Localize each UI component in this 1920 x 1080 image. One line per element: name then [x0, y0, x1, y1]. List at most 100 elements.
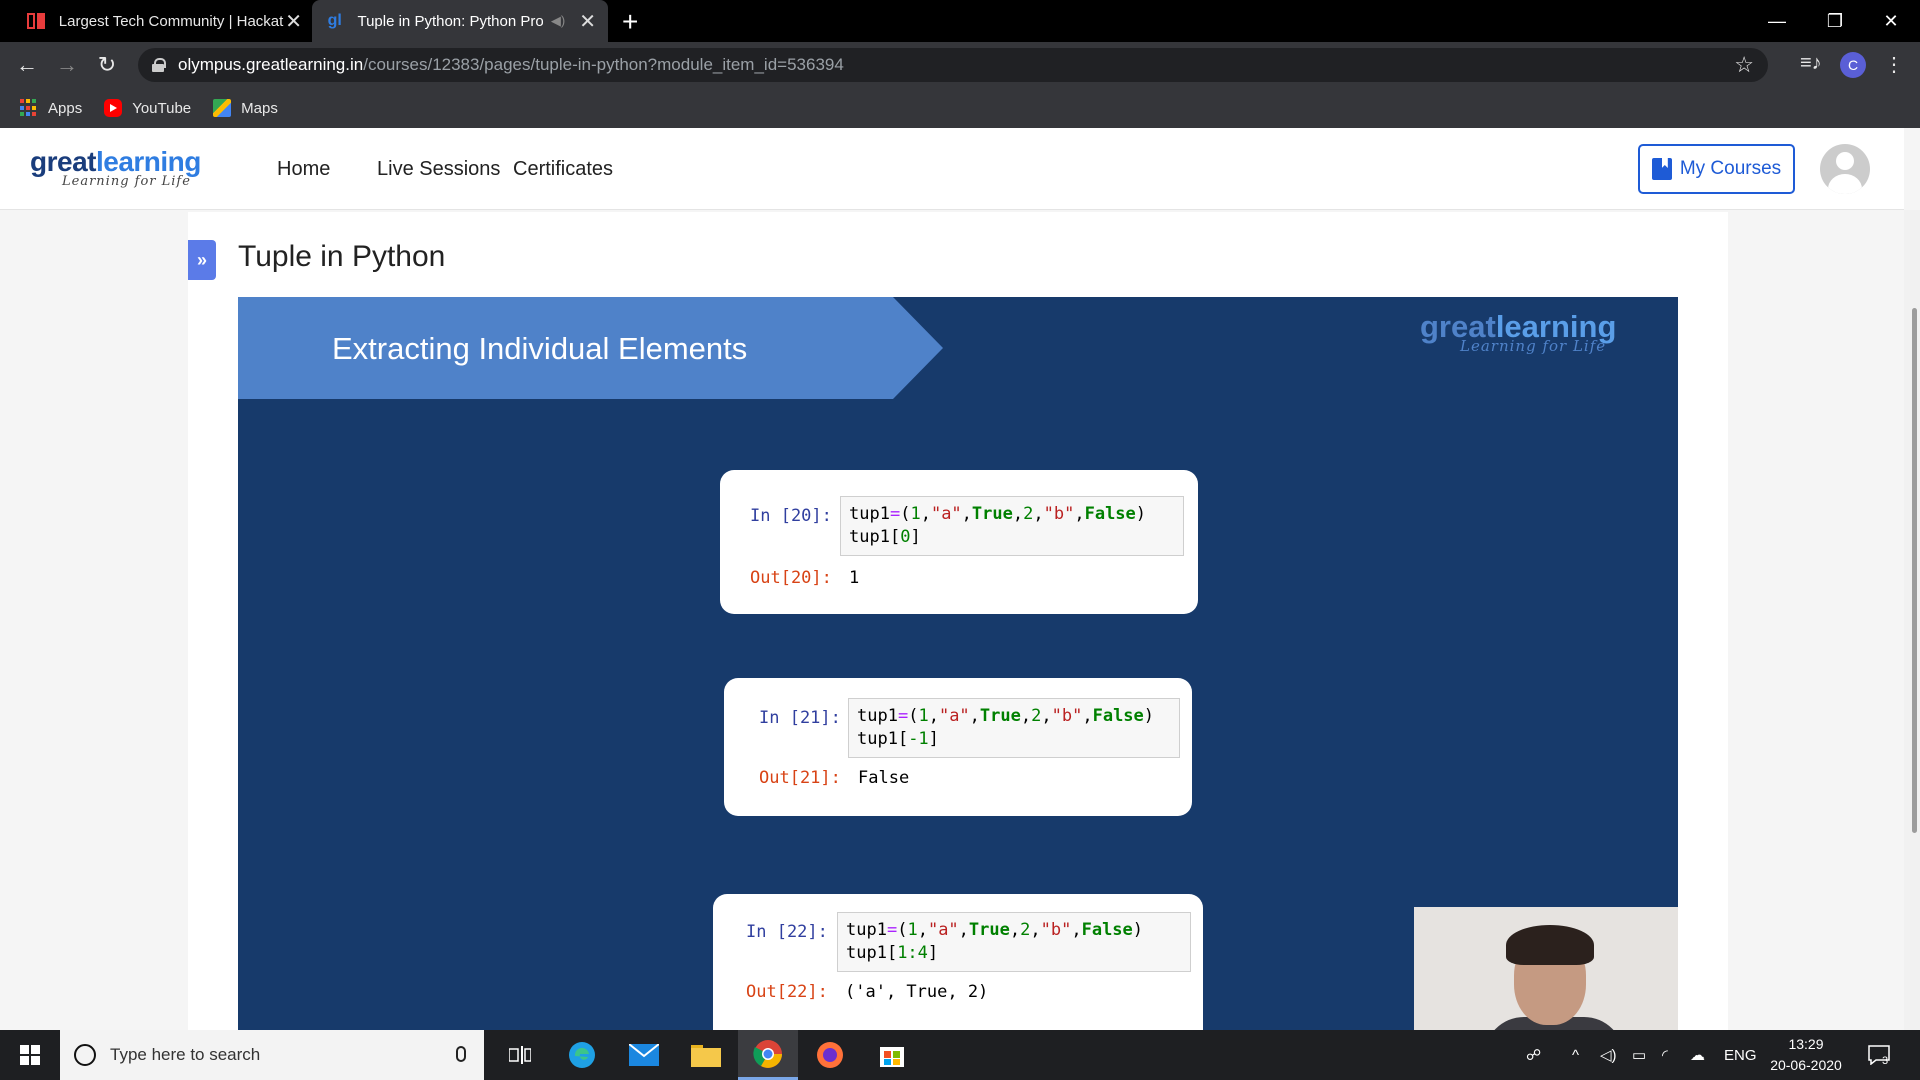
language-indicator[interactable]: ENG [1724, 1030, 1757, 1080]
back-icon[interactable]: ← [12, 50, 42, 80]
notebook-cell: In [21]: tup1=(1,"a",True,2,"b",False) t… [724, 678, 1192, 816]
logo-word: great [30, 146, 96, 177]
logo-word: learning [95, 146, 201, 177]
volume-icon[interactable]: ◁) [1600, 1030, 1617, 1080]
system-clock[interactable]: 13:29 20-06-2020 [1766, 1034, 1846, 1076]
tab-title: Tuple in Python: Python Prog [357, 12, 543, 30]
slide-title: Extracting Individual Elements [332, 331, 748, 366]
maps-icon [213, 99, 232, 117]
browser-tab-bar: Largest Tech Community | Hackat ✕ gl Tup… [0, 0, 1920, 42]
notebook-cell: In [20]: tup1=(1,"a",True,2,"b",False) t… [720, 470, 1198, 614]
edge-icon[interactable] [552, 1030, 612, 1080]
notebook-cell: In [22]: tup1=(1,"a",True,2,"b",False) t… [713, 894, 1203, 1030]
bookmark-apps[interactable]: Apps [20, 99, 82, 117]
chrome-icon[interactable] [738, 1030, 798, 1080]
nav-live-sessions[interactable]: Live Sessions [377, 158, 500, 181]
cortana-icon [74, 1044, 96, 1066]
nav-home[interactable]: Home [277, 158, 330, 181]
browser-toolbar: ← → ↻ olympus.greatlearning.in/courses/1… [0, 42, 1920, 88]
greatlearning-logo[interactable]: greatlearning Learning for Life [30, 146, 201, 189]
bookmark-youtube[interactable]: YouTube [104, 99, 191, 117]
page-title: Tuple in Python [238, 240, 446, 273]
clock-date: 20-06-2020 [1770, 1057, 1842, 1073]
user-avatar[interactable] [1820, 144, 1870, 194]
code-line: tup1[-1] [857, 729, 939, 749]
code-input: tup1=(1,"a",True,2,"b",False) tup1[0] [840, 496, 1184, 556]
menu-icon[interactable]: ⋮ [1884, 52, 1904, 77]
forward-icon[interactable]: → [52, 50, 82, 80]
youtube-icon [104, 99, 123, 117]
microphone-icon[interactable] [456, 1046, 466, 1062]
code-input: tup1=(1,"a",True,2,"b",False) tup1[-1] [848, 698, 1180, 758]
address-bar[interactable]: olympus.greatlearning.in/courses/12383/p… [138, 48, 1768, 82]
cell-in-label: In [21]: [759, 708, 841, 728]
my-courses-label: My Courses [1679, 158, 1782, 179]
bookmark-label: YouTube [132, 99, 192, 117]
mail-icon[interactable] [614, 1030, 674, 1080]
task-view-icon[interactable] [490, 1030, 550, 1080]
tab-hackerearth[interactable]: Largest Tech Community | Hackat ✕ [14, 0, 314, 42]
code-line: tup1[0] [849, 527, 921, 547]
profile-avatar[interactable]: C [1840, 52, 1866, 78]
hackerearth-icon [26, 10, 47, 32]
code-input: tup1=(1,"a",True,2,"b",False) tup1[1:4] [837, 912, 1191, 972]
onedrive-icon[interactable]: ☁ [1690, 1030, 1705, 1080]
slide-logo: greatlearning Learning for Life [1420, 309, 1616, 355]
cell-output: False [858, 768, 910, 788]
speaker-icon[interactable]: ◀) [551, 13, 565, 29]
bookmark-label: Maps [241, 99, 278, 117]
close-tab-icon[interactable]: ✕ [285, 9, 302, 34]
windows-taskbar: Type here to search ☍ ^ ◁) ▭ ◜ ☁ ENG 13:… [0, 1030, 1920, 1080]
cell-output: 1 [849, 568, 860, 588]
windows-icon [20, 1045, 40, 1065]
code-line: tup1[1:4] [846, 943, 939, 963]
scrollbar-thumb[interactable] [1912, 308, 1917, 833]
bookmark-maps[interactable]: Maps [213, 99, 278, 117]
lock-icon[interactable] [152, 58, 166, 72]
file-explorer-icon[interactable] [676, 1030, 736, 1080]
tab-tuple-in-python[interactable]: gl Tuple in Python: Python Prog ◀) ✕ [312, 0, 608, 42]
media-control-icon[interactable]: ≡♪ [1800, 52, 1822, 75]
lecture-video[interactable]: Extracting Individual Elements greatlear… [238, 297, 1678, 1030]
cell-output: ('a', True, 2) [845, 982, 989, 1002]
minimize-icon[interactable]: — [1748, 0, 1806, 42]
url-path: /courses/12383/pages/tuple-in-python?mod… [363, 55, 844, 74]
cell-in-label: In [20]: [750, 506, 832, 526]
firefox-icon[interactable] [800, 1030, 860, 1080]
code-line: tup1=(1,"a",True,2,"b",False) [857, 706, 1155, 726]
nav-certificates[interactable]: Certificates [513, 158, 613, 181]
close-tab-icon[interactable]: ✕ [579, 9, 596, 34]
cell-out-label: Out[22]: [746, 982, 828, 1002]
tab-title: Largest Tech Community | Hackat [58, 12, 284, 30]
expand-sidebar-button[interactable]: » [188, 240, 216, 280]
site-header: greatlearning Learning for Life Home Liv… [0, 128, 1904, 210]
new-tab-button[interactable]: + [622, 6, 638, 38]
chevron-up-icon[interactable]: ^ [1572, 1030, 1579, 1080]
wifi-icon[interactable]: ◜ [1662, 1030, 1668, 1080]
book-icon [1651, 158, 1672, 180]
notification-count: 3 [1882, 1055, 1889, 1067]
close-window-icon[interactable]: ✕ [1862, 0, 1920, 42]
people-icon[interactable]: ☍ [1526, 1030, 1541, 1080]
clock-time: 13:29 [1788, 1036, 1824, 1052]
url-host: olympus.greatlearning.in [178, 55, 364, 74]
code-line: tup1=(1,"a",True,2,"b",False) [846, 920, 1144, 940]
battery-icon[interactable]: ▭ [1632, 1030, 1646, 1080]
code-line: tup1=(1,"a",True,2,"b",False) [849, 504, 1147, 524]
bookmarks-bar: Apps YouTube Maps [0, 88, 1920, 128]
notifications-icon[interactable]: 3 [1868, 1030, 1890, 1080]
logo-tagline: Learning for Life [62, 174, 191, 189]
start-button[interactable] [0, 1030, 60, 1080]
presenter-webcam [1414, 907, 1678, 1030]
logo-tagline: Learning for Life [1460, 337, 1607, 355]
cell-out-label: Out[20]: [750, 568, 832, 588]
reload-icon[interactable]: ↻ [92, 50, 122, 80]
my-courses-button[interactable]: My Courses [1638, 144, 1795, 194]
cell-in-label: In [22]: [746, 922, 828, 942]
store-icon[interactable] [862, 1030, 922, 1080]
restore-icon[interactable]: ❐ [1806, 0, 1864, 42]
taskbar-search[interactable]: Type here to search [60, 1030, 484, 1080]
search-placeholder: Type here to search [110, 1045, 261, 1064]
cell-out-label: Out[21]: [759, 768, 841, 788]
bookmark-star-icon[interactable]: ☆ [1734, 52, 1754, 78]
